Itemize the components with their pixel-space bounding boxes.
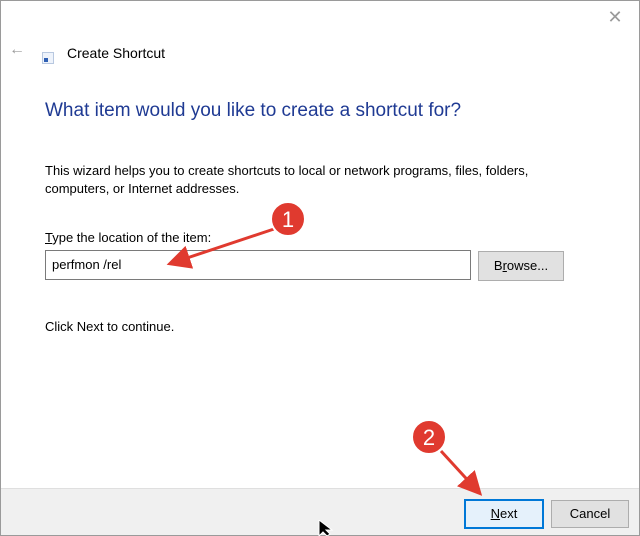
continue-hint: Click Next to continue. bbox=[45, 319, 175, 334]
close-icon[interactable]: ✕ bbox=[605, 7, 625, 27]
next-label-rest: ext bbox=[500, 506, 518, 521]
location-input[interactable] bbox=[45, 250, 471, 280]
location-field-label: Type the location of the item: bbox=[45, 230, 211, 245]
browse-label-prefix: B bbox=[493, 258, 503, 273]
location-label-text: ype the location of the item: bbox=[52, 230, 212, 245]
back-arrow-icon[interactable]: ← bbox=[9, 41, 27, 59]
create-shortcut-dialog: ✕ ← Create Shortcut What item would you … bbox=[0, 0, 640, 536]
page-heading: What item would you like to create a sho… bbox=[45, 100, 462, 121]
browse-label-rest: owse... bbox=[506, 258, 549, 273]
wizard-description: This wizard helps you to create shortcut… bbox=[45, 163, 529, 196]
browse-button[interactable]: Browse... bbox=[478, 251, 564, 281]
shortcut-icon bbox=[42, 52, 54, 64]
dialog-title: Create Shortcut bbox=[67, 45, 166, 61]
cancel-button[interactable]: Cancel bbox=[551, 500, 629, 528]
mouse-pointer-icon bbox=[318, 520, 334, 536]
next-button[interactable]: Next bbox=[464, 499, 544, 529]
next-label-accelerator: N bbox=[490, 506, 501, 521]
